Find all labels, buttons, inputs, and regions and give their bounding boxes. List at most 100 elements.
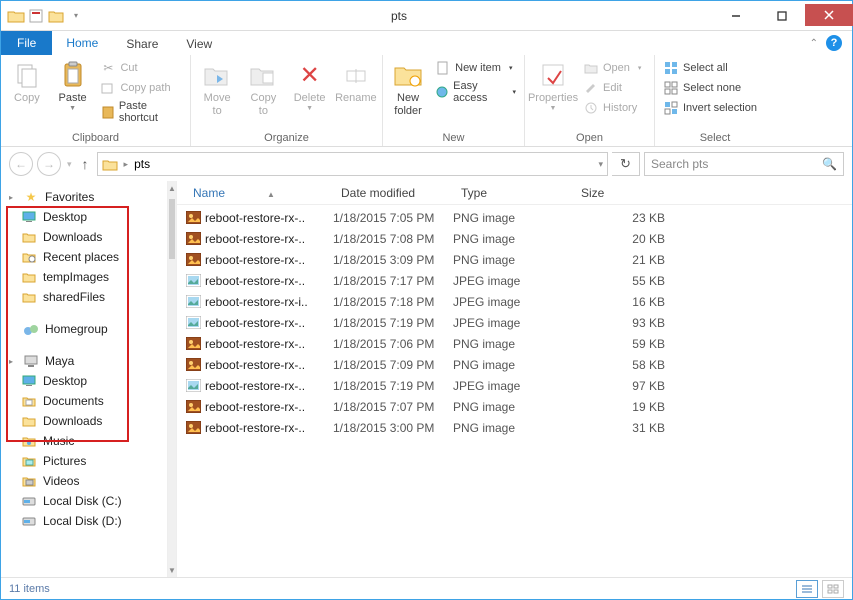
nav-up-button[interactable]: ↑ — [78, 156, 93, 172]
nav-scrollbar[interactable]: ▲ ▼ — [167, 181, 177, 577]
select-all-button[interactable]: Select all — [659, 59, 761, 77]
delete-icon: ✕ — [294, 59, 326, 91]
easy-access-button[interactable]: Easy access▾ — [431, 79, 520, 105]
folder-icon — [21, 289, 37, 305]
nav-item[interactable]: Local Disk (D:) — [1, 511, 167, 531]
title-bar: ▾ pts — [1, 1, 852, 31]
column-size[interactable]: Size — [573, 186, 693, 200]
address-row: ← → ▾ ↑ ▸ pts ▾ ↻ Search pts 🔍 — [1, 147, 852, 181]
file-row[interactable]: reboot-restore-rx-..1/18/2015 7:17 PMJPE… — [177, 270, 852, 291]
qat-newfolder-icon[interactable] — [47, 7, 65, 25]
copy-to-button[interactable]: Copyto — [241, 57, 285, 117]
chevron-down-icon[interactable]: ▾ — [598, 159, 603, 170]
file-row[interactable]: reboot-restore-rx-..1/18/2015 3:00 PMPNG… — [177, 417, 852, 438]
window-title: pts — [85, 9, 713, 23]
help-icon[interactable]: ? — [826, 35, 842, 51]
folder-icon — [21, 229, 37, 245]
file-row[interactable]: reboot-restore-rx-..1/18/2015 7:09 PMPNG… — [177, 354, 852, 375]
open-button[interactable]: Open▾ — [579, 59, 645, 77]
paste-button[interactable]: Paste ▼ — [51, 57, 95, 112]
tab-home[interactable]: Home — [52, 31, 112, 55]
new-folder-button[interactable]: Newfolder — [387, 57, 429, 117]
scroll-up-icon[interactable]: ▲ — [168, 181, 176, 195]
file-row[interactable]: reboot-restore-rx-..1/18/2015 7:19 PMJPE… — [177, 312, 852, 333]
nav-item[interactable]: Documents — [1, 391, 167, 411]
search-input[interactable]: Search pts 🔍 — [644, 152, 844, 176]
ribbon-group-organize: Moveto Copyto ✕Delete▼ Rename Organize — [191, 55, 383, 146]
nav-back-button[interactable]: ← — [9, 152, 33, 176]
ribbon-group-clipboard: Copy Paste ▼ ✂Cut Copy path Paste shortc… — [1, 55, 191, 146]
tab-view[interactable]: View — [172, 31, 226, 55]
nav-item[interactable]: Downloads — [1, 227, 167, 247]
maximize-button[interactable] — [759, 5, 805, 27]
nav-homegroup[interactable]: Homegroup — [1, 319, 167, 339]
properties-button[interactable]: Properties▼ — [529, 57, 577, 112]
cut-button[interactable]: ✂Cut — [96, 59, 186, 77]
tab-share[interactable]: Share — [112, 31, 172, 55]
nav-item[interactable]: Desktop — [1, 207, 167, 227]
column-type[interactable]: Type — [453, 186, 573, 200]
file-icon — [185, 337, 201, 351]
status-bar: 11 items — [1, 577, 852, 599]
collapse-ribbon-icon[interactable]: ⌃ — [810, 38, 818, 49]
history-button[interactable]: History — [579, 99, 645, 117]
edit-button[interactable]: Edit — [579, 79, 645, 97]
view-details-button[interactable] — [796, 580, 818, 598]
minimize-button[interactable] — [713, 5, 759, 27]
nav-item[interactable]: Pictures — [1, 451, 167, 471]
star-icon: ★ — [23, 189, 39, 205]
item-icon — [21, 373, 37, 389]
rename-icon — [340, 59, 372, 91]
copy-button[interactable]: Copy — [5, 57, 49, 104]
file-row[interactable]: reboot-restore-rx-i..1/18/2015 7:18 PMJP… — [177, 291, 852, 312]
select-none-button[interactable]: Select none — [659, 79, 761, 97]
qat-dropdown-icon[interactable]: ▾ — [67, 7, 85, 25]
close-button[interactable] — [805, 4, 853, 26]
move-to-button[interactable]: Moveto — [195, 57, 239, 117]
recent-locations-icon[interactable]: ▾ — [65, 159, 74, 170]
select-all-icon — [663, 60, 679, 76]
file-icon — [185, 316, 201, 330]
item-icon — [21, 433, 37, 449]
nav-favorites[interactable]: ▸★Favorites — [1, 187, 167, 207]
rename-button[interactable]: Rename — [334, 57, 378, 104]
file-row[interactable]: reboot-restore-rx-..1/18/2015 7:19 PMJPE… — [177, 375, 852, 396]
breadcrumb[interactable]: pts — [134, 157, 150, 171]
item-icon — [21, 513, 37, 529]
nav-item[interactable]: Desktop — [1, 371, 167, 391]
scroll-down-icon[interactable]: ▼ — [168, 563, 176, 577]
folder-icon — [21, 269, 37, 285]
nav-item[interactable]: Videos — [1, 471, 167, 491]
nav-item[interactable]: sharedFiles — [1, 287, 167, 307]
column-date[interactable]: Date modified — [333, 186, 453, 200]
content-area: ▸★Favorites DesktopDownloadsRecent place… — [1, 181, 852, 577]
qat-properties-icon[interactable] — [27, 7, 45, 25]
nav-item[interactable]: Downloads — [1, 411, 167, 431]
scroll-thumb[interactable] — [169, 199, 175, 259]
item-icon — [21, 413, 37, 429]
file-row[interactable]: reboot-restore-rx-..1/18/2015 7:08 PMPNG… — [177, 228, 852, 249]
nav-this-pc[interactable]: ▸Maya — [1, 351, 167, 371]
file-row[interactable]: reboot-restore-rx-..1/18/2015 7:07 PMPNG… — [177, 396, 852, 417]
delete-button[interactable]: ✕Delete▼ — [288, 57, 332, 112]
nav-forward-button[interactable]: → — [37, 152, 61, 176]
refresh-button[interactable]: ↻ — [612, 152, 640, 176]
paste-shortcut-button[interactable]: Paste shortcut — [96, 99, 186, 125]
address-bar[interactable]: ▸ pts ▾ — [97, 152, 608, 176]
copy-path-button[interactable]: Copy path — [96, 79, 186, 97]
nav-item[interactable]: Local Disk (C:) — [1, 491, 167, 511]
tab-file[interactable]: File — [1, 31, 52, 55]
folder-icon — [21, 249, 37, 265]
file-row[interactable]: reboot-restore-rx-..1/18/2015 7:05 PMPNG… — [177, 207, 852, 228]
file-row[interactable]: reboot-restore-rx-..1/18/2015 3:09 PMPNG… — [177, 249, 852, 270]
column-name[interactable]: Name▲ — [185, 186, 333, 200]
file-icon — [185, 295, 201, 309]
file-row[interactable]: reboot-restore-rx-..1/18/2015 7:06 PMPNG… — [177, 333, 852, 354]
easy-access-icon — [435, 84, 449, 100]
new-item-button[interactable]: New item▾ — [431, 59, 520, 77]
nav-item[interactable]: tempImages — [1, 267, 167, 287]
view-thumbnails-button[interactable] — [822, 580, 844, 598]
nav-item[interactable]: Recent places — [1, 247, 167, 267]
invert-selection-button[interactable]: Invert selection — [659, 99, 761, 117]
nav-item[interactable]: Music — [1, 431, 167, 451]
